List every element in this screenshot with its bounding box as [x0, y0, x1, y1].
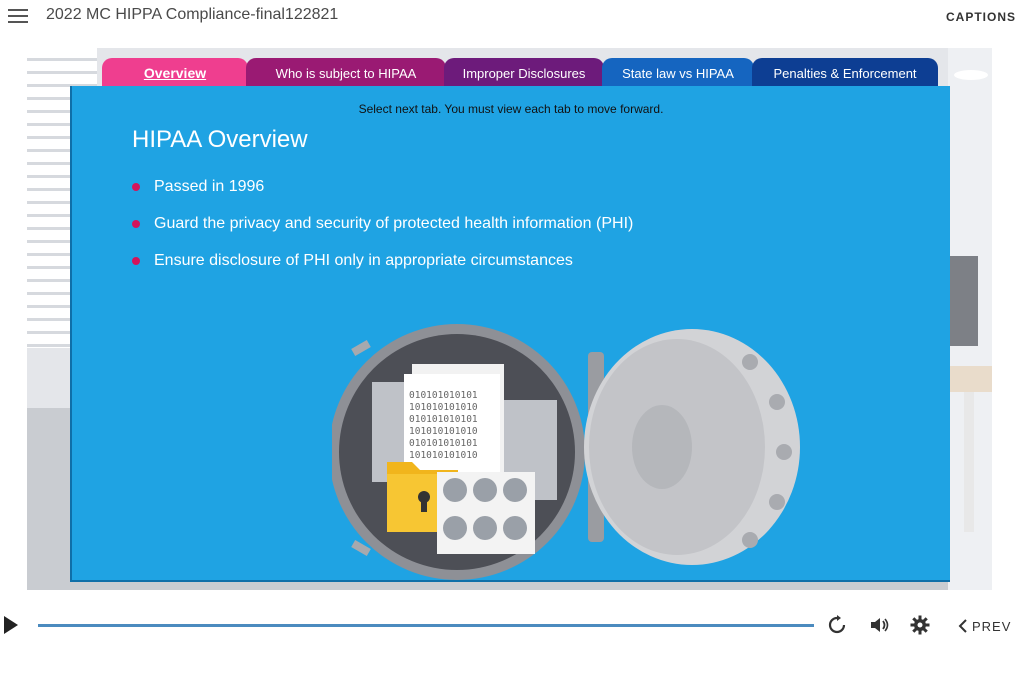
bullet-item: Guard the privacy and security of protec… [132, 215, 633, 233]
top-bar: 2022 MC HIPPA Compliance-final122821 CAP… [0, 0, 1024, 34]
instruction-text: Select next tab. You must view each tab … [358, 102, 664, 116]
monitor-background [950, 256, 978, 346]
binary-line: 010101010101 [409, 438, 478, 449]
vault-dial [632, 405, 692, 489]
desk-leg-background [964, 392, 974, 532]
bullet-text: Guard the privacy and security of protec… [154, 215, 634, 232]
progress-bar[interactable] [38, 624, 814, 627]
tab-overview[interactable]: Overview [102, 58, 248, 88]
player-controls: PREV [0, 606, 1024, 646]
prev-button[interactable]: PREV [958, 616, 1011, 636]
slide-heading: HIPAA Overview [132, 126, 308, 153]
bullet-dot-icon [132, 257, 140, 265]
binary-line: 010101010101 [409, 414, 478, 425]
replay-icon[interactable] [826, 614, 848, 636]
ceiling-lamp [954, 70, 988, 80]
course-title: 2022 MC HIPPA Compliance-final122821 [46, 6, 339, 23]
tab-penalties[interactable]: Penalties & Enforcement [752, 58, 938, 88]
tab-who-is-subject[interactable]: Who is subject to HIPAA [246, 58, 446, 88]
binary-line: 010101010101 [409, 390, 478, 401]
bullet-item: Ensure disclosure of PHI only in appropr… [132, 252, 633, 270]
content-panel: Select next tab. You must view each tab … [70, 86, 950, 582]
binary-text: 010101010101 101010101010 010101010101 1… [409, 390, 483, 461]
vault-clip [351, 340, 371, 356]
menu-icon[interactable] [8, 9, 28, 23]
bullet-dot-icon [132, 183, 140, 191]
vault-illustration: 010101010101 101010101010 010101010101 1… [332, 324, 800, 580]
binary-line: 101010101010 [409, 426, 478, 437]
binary-line: 101010101010 [409, 450, 478, 461]
bullet-text: Ensure disclosure of PHI only in appropr… [154, 252, 573, 269]
tab-improper-disclosures[interactable]: Improper Disclosures [444, 58, 604, 88]
keyhole-slot [421, 500, 427, 512]
desk-background [948, 366, 992, 392]
bullet-text: Passed in 1996 [154, 178, 265, 195]
bullet-item: Passed in 1996 [132, 178, 633, 196]
bullet-dot-icon [132, 220, 140, 228]
volume-icon[interactable] [868, 614, 890, 636]
play-icon[interactable] [4, 616, 18, 634]
prev-label: PREV [972, 618, 1012, 634]
binary-line: 101010101010 [409, 402, 478, 413]
tab-state-law[interactable]: State law vs HIPAA [602, 58, 754, 88]
bullet-list: Passed in 1996 Guard the privacy and sec… [132, 178, 633, 289]
chevron-left-icon [958, 619, 967, 633]
captions-button[interactable]: CAPTIONS [946, 10, 1016, 24]
settings-icon[interactable] [909, 614, 931, 636]
